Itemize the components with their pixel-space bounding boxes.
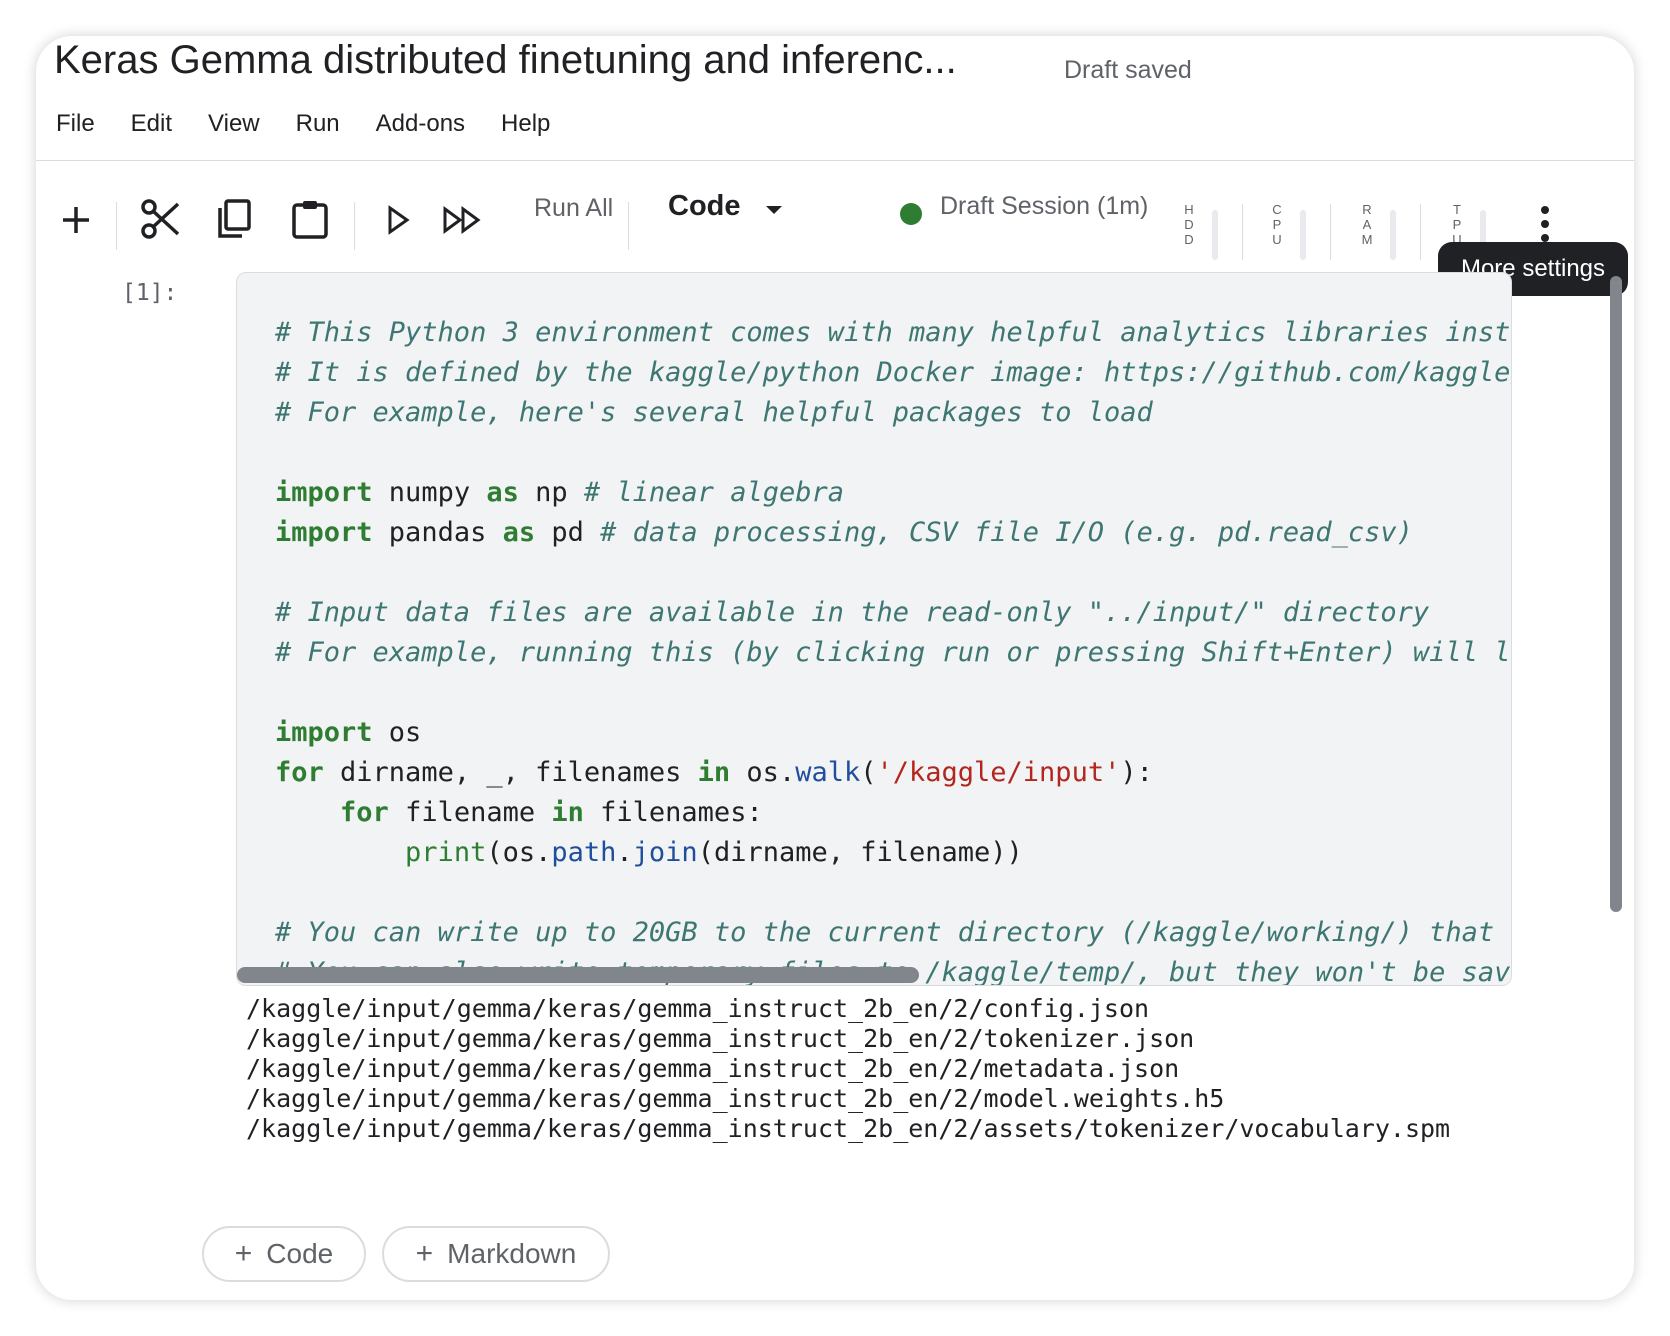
- output-line: /kaggle/input/gemma/keras/gemma_instruct…: [246, 1024, 1195, 1053]
- code-line: for dirname, _, filenames in os.walk('/k…: [275, 757, 1153, 788]
- code-content[interactable]: # This Python 3 environment comes with m…: [275, 313, 1512, 985]
- cell-execution-count: [1]:: [122, 280, 178, 306]
- more-vert-icon: [1541, 206, 1549, 214]
- menu-edit[interactable]: Edit: [131, 104, 190, 144]
- code-line: # For example, here's several helpful pa…: [275, 397, 1153, 428]
- chevron-down-icon[interactable]: [766, 206, 782, 214]
- cell-type-select[interactable]: Code: [668, 190, 741, 223]
- meter-hdd-bar: [1212, 210, 1218, 260]
- run-cell-button[interactable]: [382, 200, 414, 240]
- paste-button[interactable]: [290, 196, 330, 242]
- plus-icon: +: [415, 1237, 434, 1270]
- session-status-dot: [900, 203, 922, 225]
- code-line: import os: [275, 717, 422, 748]
- meter-hdd-label: HDD: [1181, 202, 1197, 247]
- scissors-icon: [141, 199, 180, 239]
- menu-run[interactable]: Run: [296, 104, 358, 144]
- code-line: import pandas as pd # data processing, C…: [275, 517, 1413, 548]
- notebook-window: Keras Gemma distributed finetuning and i…: [36, 36, 1634, 1300]
- run-all-label[interactable]: Run All: [534, 194, 613, 223]
- output-line: /kaggle/input/gemma/keras/gemma_instruct…: [246, 1114, 1451, 1143]
- output-line: /kaggle/input/gemma/keras/gemma_instruct…: [246, 994, 1150, 1023]
- meter-cpu-label: CPU: [1269, 202, 1285, 247]
- menu-view[interactable]: View: [208, 104, 278, 144]
- menu-bar: File Edit View Run Add-ons Help: [56, 104, 586, 144]
- code-line: print(os.path.join(dirname, filename)): [405, 837, 1023, 868]
- output-line: /kaggle/input/gemma/keras/gemma_instruct…: [246, 1054, 1180, 1083]
- play-icon: [388, 205, 410, 235]
- notebook-title[interactable]: Keras Gemma distributed finetuning and i…: [54, 38, 957, 83]
- code-line: # You can write up to 20GB to the curren…: [275, 917, 1512, 948]
- menu-add-ons[interactable]: Add-ons: [376, 104, 483, 144]
- code-line: for filename in filenames:: [340, 797, 763, 828]
- copy-icon: [218, 199, 251, 238]
- session-status[interactable]: Draft Session (1m): [940, 192, 1148, 221]
- code-line: # This Python 3 environment comes with m…: [275, 317, 1512, 348]
- menu-help[interactable]: Help: [501, 104, 568, 144]
- code-line: # Input data files are available in the …: [275, 597, 1430, 628]
- plus-icon: +: [234, 1237, 253, 1270]
- meter-ram-bar: [1390, 210, 1396, 260]
- meter-cpu-bar: [1300, 210, 1306, 260]
- menu-file[interactable]: File: [56, 104, 113, 144]
- code-cell-editor[interactable]: # This Python 3 environment comes with m…: [236, 272, 1512, 986]
- menu-divider: [36, 160, 1634, 161]
- fast-forward-icon: [443, 206, 481, 234]
- add-markdown-cell-button[interactable]: + Markdown: [382, 1226, 610, 1282]
- code-line: # For example, running this (by clicking…: [275, 637, 1512, 668]
- meter-ram-label: RAM: [1359, 202, 1375, 247]
- add-cell-button[interactable]: [56, 200, 96, 240]
- code-line: import numpy as np # linear algebra: [275, 477, 844, 508]
- add-code-label: Code: [266, 1238, 334, 1269]
- add-code-cell-button[interactable]: + Code: [202, 1226, 366, 1282]
- output-line: /kaggle/input/gemma/keras/gemma_instruct…: [246, 1084, 1225, 1113]
- code-line: # It is defined by the kaggle/python Doc…: [275, 357, 1512, 388]
- cell-output: /kaggle/input/gemma/keras/gemma_instruct…: [246, 994, 1450, 1144]
- save-status: Draft saved: [1064, 56, 1192, 84]
- copy-button[interactable]: [214, 196, 254, 242]
- run-all-button[interactable]: [440, 200, 484, 240]
- add-markdown-label: Markdown: [447, 1238, 577, 1269]
- plus-icon: [63, 207, 89, 233]
- clipboard-icon: [292, 201, 328, 239]
- horizontal-scrollbar[interactable]: [237, 967, 919, 983]
- cut-button[interactable]: [138, 196, 184, 242]
- vertical-scrollbar[interactable]: [1610, 276, 1622, 912]
- toolbar: Run All Code Draft Session (1m) HDD CPU …: [36, 166, 1634, 260]
